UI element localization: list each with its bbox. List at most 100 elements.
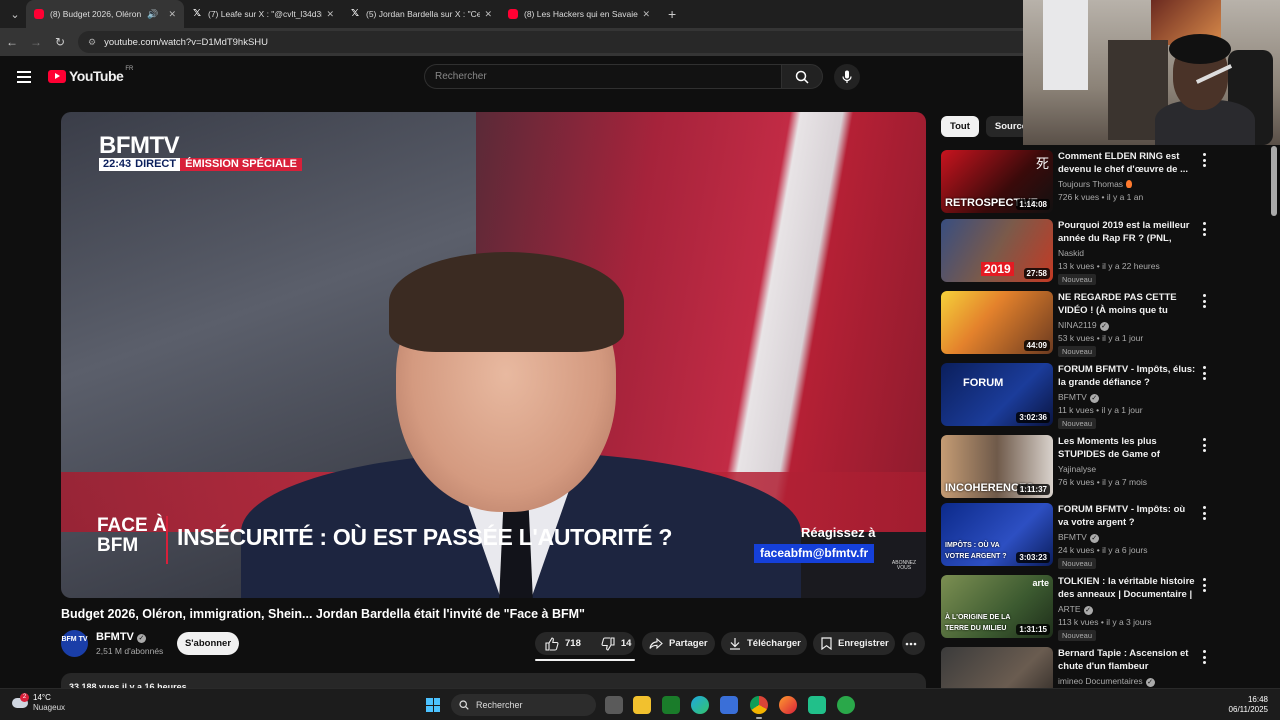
video-thumbnail[interactable]: 2019 27:58 <box>941 219 1053 282</box>
youtube-logo[interactable]: YouTube FR <box>48 66 133 84</box>
taskbar-search[interactable]: Rechercher <box>451 694 596 716</box>
edge-icon[interactable] <box>691 696 709 714</box>
close-tab-icon[interactable]: ✕ <box>326 9 334 20</box>
new-tab-plus-icon[interactable]: + <box>668 6 676 22</box>
discord-icon[interactable] <box>808 696 826 714</box>
firefox-icon[interactable] <box>779 696 797 714</box>
video-thumbnail[interactable]: 44:09 <box>941 291 1053 354</box>
channel-name[interactable]: ARTE ✓ <box>1058 604 1093 615</box>
app-icon[interactable] <box>837 696 855 714</box>
channel-name[interactable]: BFMTV ✓ <box>1058 392 1099 403</box>
recommendation-item[interactable]: 2019 27:58 Pourquoi 2019 est la meilleur a… <box>941 219 1217 285</box>
back-arrow-icon[interactable]: ← <box>0 35 24 49</box>
more-vertical-icon[interactable] <box>1200 650 1208 664</box>
task-view-icon[interactable] <box>605 696 623 714</box>
share-label: Partager <box>669 638 708 649</box>
search-input[interactable]: Rechercher <box>424 64 781 89</box>
like-button[interactable]: 718 <box>535 632 591 655</box>
recommendation-item[interactable]: FORUM 3:02:36 FORUM BFMTV - Impôts, élus: … <box>941 363 1217 429</box>
search-button[interactable] <box>781 64 823 89</box>
more-vertical-icon[interactable] <box>1200 438 1208 452</box>
video-title[interactable]: TOLKIEN : la véritable histoire des anne… <box>1058 575 1196 601</box>
save-button[interactable]: Enregistrer <box>813 632 895 655</box>
more-vertical-icon[interactable] <box>1200 294 1208 308</box>
channel-name[interactable]: Yajinalyse <box>1058 464 1096 474</box>
chrome-icon[interactable] <box>750 696 768 719</box>
channel-name[interactable]: Naskid <box>1058 248 1084 258</box>
more-actions-button[interactable] <box>902 632 925 655</box>
thumb-text: FORUM <box>963 377 1004 389</box>
tab-x-bardella[interactable]: 𝕏 (5) Jordan Bardella sur X : "Ce li ✕ <box>342 0 500 28</box>
recommendation-item[interactable]: arte À L'ORIGINE DE LA TERRE DU MILIEU 1:3… <box>941 575 1217 641</box>
store-icon[interactable] <box>720 696 738 714</box>
video-title[interactable]: Les Moments les plus STUPIDES de Game of… <box>1058 435 1196 461</box>
dislike-button[interactable]: 14 <box>591 632 642 655</box>
video-title[interactable]: Comment ELDEN RING est devenu le chef d'… <box>1058 150 1196 176</box>
nvidia-icon[interactable] <box>662 696 680 714</box>
thumb-text: À L'ORIGINE DE LA TERRE DU MILIEU <box>945 614 1011 632</box>
file-explorer-icon[interactable] <box>633 696 651 714</box>
system-clock[interactable]: 16:48 06/11/2025 <box>1229 695 1268 715</box>
video-duration: 1:11:37 <box>1016 484 1050 495</box>
subscribe-button[interactable]: S'abonner <box>177 632 239 655</box>
video-thumbnail[interactable]: arte À L'ORIGINE DE LA TERRE DU MILIEU 1:3… <box>941 575 1053 638</box>
tab-youtube-budget[interactable]: (8) Budget 2026, Oléron, im 🔊 ✕ <box>26 0 184 28</box>
channel-avatar[interactable]: BFM TV <box>61 630 88 657</box>
more-vertical-icon[interactable] <box>1200 578 1208 592</box>
reload-icon[interactable]: ↻ <box>48 35 72 49</box>
video-title[interactable]: Bernard Tapie : Ascension et chute d'un … <box>1058 647 1196 673</box>
video-title[interactable]: NE REGARDE PAS CETTE VIDÉO ! (À moins qu… <box>1058 291 1196 317</box>
recommendation-item[interactable]: 44:09 NE REGARDE PAS CETTE VIDÉO ! (À moi… <box>941 291 1217 357</box>
video-title[interactable]: FORUM BFMTV - Impôts, élus: la grande dé… <box>1058 363 1196 389</box>
tab-x-leafe[interactable]: 𝕏 (7) Leafe sur X : "@cvlt_l34d3r ✕ <box>184 0 342 28</box>
video-title[interactable]: Pourquoi 2019 est la meilleur année du R… <box>1058 219 1196 245</box>
close-tab-icon[interactable]: ✕ <box>484 9 492 20</box>
like-ratio-bar <box>535 659 635 661</box>
channel-name[interactable]: imineo Documentaires ✓ <box>1058 676 1155 687</box>
video-duration: 3:02:36 <box>1016 412 1050 423</box>
video-title[interactable]: FORUM BFMTV - Impôts: où va votre argent… <box>1058 503 1196 529</box>
recommendation-item[interactable]: IMPÔTS : OÙ VA VOTRE ARGENT ? 3:03:23 FORU… <box>941 503 1217 569</box>
channel-name[interactable]: BFMTV ✓ <box>1058 532 1099 543</box>
view-count: 726 k vues <box>1058 192 1100 202</box>
recommendation-item[interactable]: INCOHERENCES 1:11:37 Les Moments les plus … <box>941 435 1217 499</box>
bookmark-icon <box>821 637 832 650</box>
youtube-icon <box>508 9 518 19</box>
channel-name[interactable]: Toujours Thomas <box>1058 179 1133 189</box>
upload-age: il y a 22 heures <box>1102 261 1160 271</box>
bfmtv-logo: BFMTV <box>99 132 180 159</box>
close-tab-icon[interactable]: ✕ <box>168 9 176 20</box>
video-player[interactable]: BFMTV 22:43 DIRECT ÉMISSION SPÉCIALE FAC… <box>61 112 926 598</box>
channel-name[interactable]: BFMTV ✓ <box>96 631 146 643</box>
video-thumbnail[interactable]: 死 RETROSPECTIVE 1:14:08 <box>941 150 1053 213</box>
address-bar[interactable]: ⚙ youtube.com/watch?v=D1MdT9hkSHU <box>78 31 1038 53</box>
site-settings-icon[interactable]: ⚙ <box>88 37 96 48</box>
more-vertical-icon[interactable] <box>1200 506 1208 520</box>
channel-name-text: BFMTV <box>96 631 134 643</box>
speaker-icon[interactable]: 🔊 <box>147 9 158 20</box>
weather-badge: 2 <box>20 693 29 702</box>
more-vertical-icon[interactable] <box>1200 153 1208 167</box>
more-vertical-icon[interactable] <box>1200 366 1208 380</box>
voice-search-button[interactable] <box>834 64 860 90</box>
tab-search-chevron-icon[interactable]: ⌄ <box>4 4 26 24</box>
channel-name[interactable]: NINA2119 ✓ <box>1058 320 1109 331</box>
more-vertical-icon[interactable] <box>1200 222 1208 236</box>
windows-start-icon[interactable] <box>426 698 440 712</box>
sidebar-scrollbar[interactable] <box>1271 146 1277 216</box>
chip-all[interactable]: Tout <box>941 116 979 137</box>
video-thumbnail[interactable]: INCOHERENCES 1:11:37 <box>941 435 1053 498</box>
close-tab-icon[interactable]: ✕ <box>642 9 650 20</box>
verified-check-icon: ✓ <box>1145 678 1155 687</box>
new-badge: Nouveau <box>1058 418 1097 429</box>
forward-arrow-icon[interactable]: → <box>24 35 48 49</box>
recommendation-item[interactable]: 死 RETROSPECTIVE 1:14:08 Comment ELDEN RING … <box>941 150 1217 214</box>
menu-hamburger-icon[interactable] <box>17 71 31 83</box>
weather-widget[interactable]: 2 14°C Nuageux <box>12 693 65 713</box>
share-button[interactable]: Partager <box>642 632 715 655</box>
tab-youtube-hackers[interactable]: (8) Les Hackers qui en Savaient ✕ <box>500 0 658 28</box>
video-thumbnail[interactable]: IMPÔTS : OÙ VA VOTRE ARGENT ? 3:03:23 <box>941 503 1053 566</box>
download-button[interactable]: Télécharger <box>721 632 807 655</box>
video-thumbnail[interactable]: FORUM 3:02:36 <box>941 363 1053 426</box>
video-duration: 44:09 <box>1023 340 1050 351</box>
